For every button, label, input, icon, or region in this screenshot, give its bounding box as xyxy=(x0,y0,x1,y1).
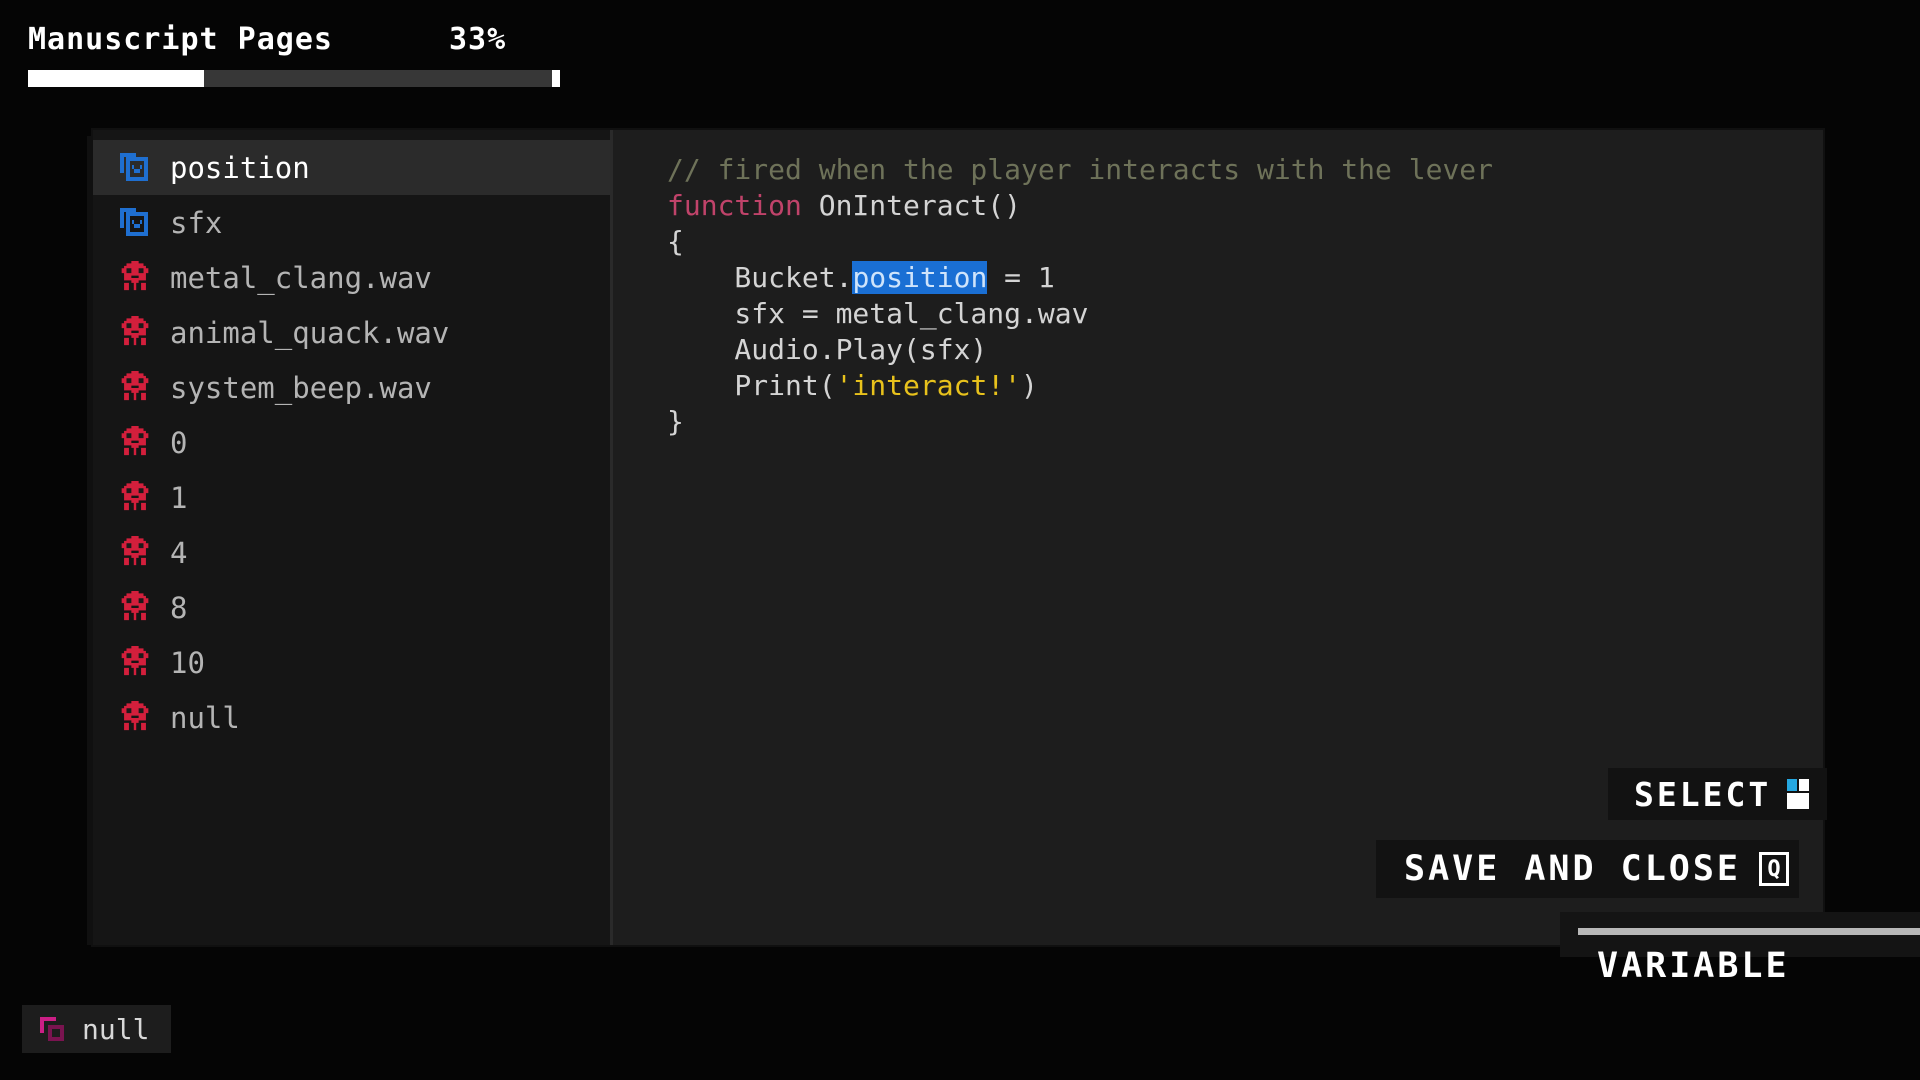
list-item-label: 1 xyxy=(170,480,188,515)
code-token: } xyxy=(667,405,684,438)
list-item-label: 8 xyxy=(170,590,188,625)
progress-bar-end-cap xyxy=(552,70,560,87)
select-hint-label: SELECT xyxy=(1634,774,1772,814)
save-and-close-hint-label: SAVE AND CLOSE xyxy=(1404,849,1742,889)
code-line[interactable]: // fired when the player interacts with … xyxy=(667,152,1823,188)
code-line[interactable]: Print('interact!') xyxy=(667,368,1823,404)
code-line[interactable]: { xyxy=(667,224,1823,260)
list-item-label: sfx xyxy=(170,205,223,240)
progress-bar-fill xyxy=(28,70,204,87)
variable-list-sidebar[interactable]: position sfx metal_clang.wav animal_quack.w… xyxy=(93,130,613,945)
double-square-icon xyxy=(40,1017,64,1041)
code-token: OnInteract() xyxy=(801,189,1022,222)
list-item[interactable]: animal_quack.wav xyxy=(93,305,610,360)
code-line[interactable]: Audio.Play(sfx) xyxy=(667,332,1823,368)
script-editor-window: position sfx metal_clang.wav animal_quack.w… xyxy=(87,130,1823,945)
code-line[interactable]: sfx = metal_clang.wav xyxy=(667,296,1823,332)
code-token: Bucket. xyxy=(667,261,853,294)
code-token: // fired when the player interacts with … xyxy=(667,153,1494,186)
code-token: function xyxy=(667,189,802,222)
list-item-label: 4 xyxy=(170,535,188,570)
variable-box-icon xyxy=(120,207,148,236)
list-item[interactable]: 10 xyxy=(93,635,610,690)
code-line[interactable]: function OnInteract() xyxy=(667,188,1823,224)
progress-percent-label: 33% xyxy=(448,22,507,57)
skull-icon xyxy=(121,315,149,345)
selected-value-chip[interactable]: null xyxy=(22,1005,172,1053)
game-screen: Manuscript Pages 33% position sfx metal_cl… xyxy=(0,0,1920,1080)
list-item[interactable]: null xyxy=(93,690,610,745)
list-item[interactable]: position xyxy=(93,140,610,195)
code-token: Audio.Play(sfx) xyxy=(667,333,988,366)
code-token: ) xyxy=(1021,369,1038,402)
list-item[interactable]: 1 xyxy=(93,470,610,525)
selected-value-label: null xyxy=(82,1012,150,1046)
code-line[interactable]: Bucket.position = 1 xyxy=(667,260,1823,296)
skull-icon xyxy=(121,645,149,675)
selected-token[interactable]: position xyxy=(852,261,988,294)
code-token: = 1 xyxy=(987,261,1055,294)
code-token: sfx = metal_clang.wav xyxy=(667,297,1089,330)
list-item[interactable]: sfx xyxy=(93,195,610,250)
list-item[interactable]: 8 xyxy=(93,580,610,635)
list-item-label: null xyxy=(170,700,240,735)
list-item[interactable]: metal_clang.wav xyxy=(93,250,610,305)
skull-icon xyxy=(121,590,149,620)
mouse-icon xyxy=(1787,779,1810,809)
select-hint-button[interactable]: SELECT xyxy=(1608,768,1828,820)
list-item[interactable]: 0 xyxy=(93,415,610,470)
code-token: 'interact!' xyxy=(835,369,1022,402)
page-title: Manuscript Pages xyxy=(28,22,333,57)
progress-bar-track xyxy=(28,70,560,87)
save-and-close-hint-button[interactable]: SAVE AND CLOSE Q xyxy=(1376,840,1800,898)
code-token: { xyxy=(667,225,684,258)
code-editor-pane[interactable]: // fired when the player interacts with … xyxy=(613,130,1823,945)
skull-icon xyxy=(121,425,149,455)
variable-tooltip-label: VARIABLE xyxy=(1597,946,1790,986)
variable-box-icon xyxy=(120,152,148,181)
code-token: Print( xyxy=(667,369,836,402)
manuscript-progress-header: Manuscript Pages 33% xyxy=(28,22,588,87)
skull-icon xyxy=(121,260,149,290)
list-item-label: animal_quack.wav xyxy=(170,315,450,350)
list-item-label: 10 xyxy=(170,645,205,680)
tooltip-divider-bar xyxy=(1578,928,1920,935)
keyboard-key-icon: Q xyxy=(1759,852,1790,886)
list-item-label: system_beep.wav xyxy=(170,370,432,405)
skull-icon xyxy=(121,535,149,565)
skull-icon xyxy=(121,700,149,730)
progress-text-row: Manuscript Pages 33% xyxy=(28,22,588,57)
list-item-label: metal_clang.wav xyxy=(170,260,432,295)
code-line[interactable]: } xyxy=(667,404,1823,440)
list-item[interactable]: 4 xyxy=(93,525,610,580)
list-item-label: position xyxy=(170,150,310,185)
list-item[interactable]: system_beep.wav xyxy=(93,360,610,415)
skull-icon xyxy=(121,370,149,400)
list-item-label: 0 xyxy=(170,425,188,460)
skull-icon xyxy=(121,480,149,510)
